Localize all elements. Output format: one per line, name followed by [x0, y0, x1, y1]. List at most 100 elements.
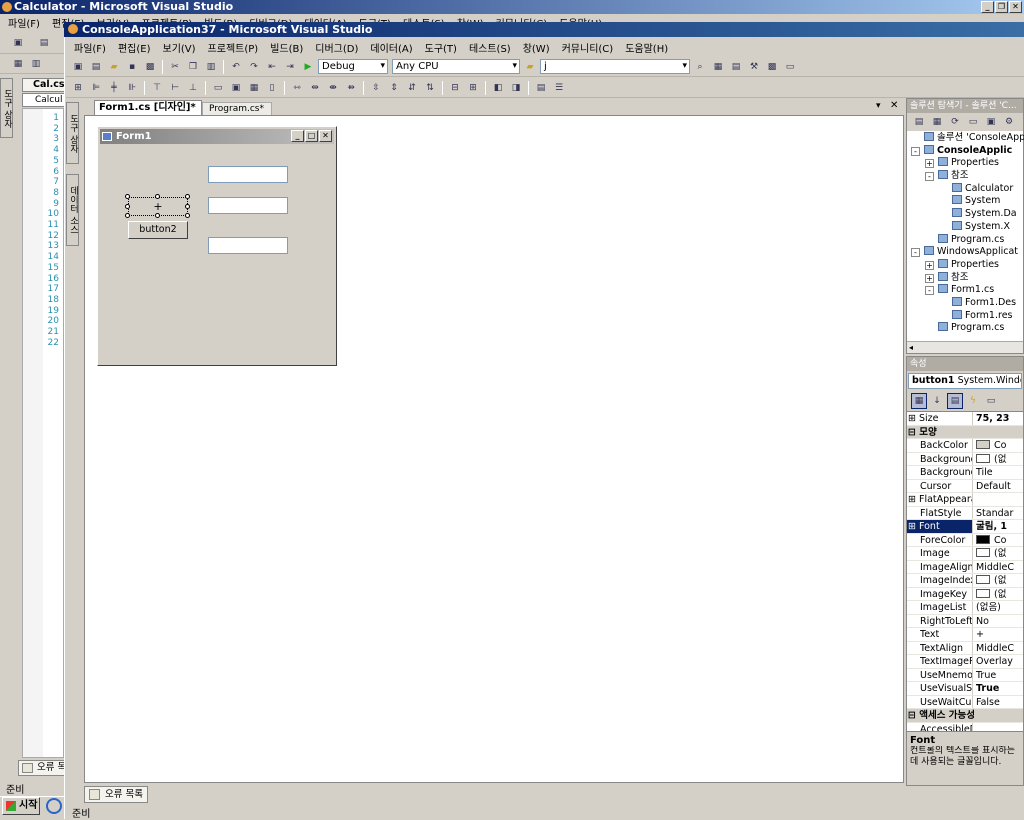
paste-icon[interactable]: ▥: [203, 59, 219, 75]
navigate-forward-icon[interactable]: ⇥: [282, 59, 298, 75]
solution-tree-item[interactable]: System.Da: [911, 208, 1023, 221]
inner-menu-item[interactable]: 프로젝트(P): [202, 40, 265, 55]
property-value[interactable]: 굴림, 1: [973, 520, 1023, 533]
property-value[interactable]: Overlay: [973, 655, 1023, 668]
solution-tree-item[interactable]: - WindowsApplicat: [911, 246, 1023, 259]
property-row[interactable]: AccessibleDe: [907, 722, 1023, 732]
find-combo[interactable]: j: [540, 59, 690, 74]
property-value[interactable]: MiddleC: [973, 561, 1023, 574]
toolbox-icon[interactable]: ⚒: [746, 59, 762, 75]
align-lefts-icon[interactable]: ⊫: [88, 80, 104, 96]
property-row[interactable]: UseWaitCurso False: [907, 695, 1023, 709]
decrease-v-spacing-icon[interactable]: ⇵: [404, 80, 420, 96]
inner-menu-item[interactable]: 파일(F): [68, 40, 112, 55]
property-value[interactable]: (없: [973, 453, 1023, 466]
form-close-button[interactable]: ✕: [319, 130, 332, 142]
property-value[interactable]: Co: [973, 534, 1023, 547]
solution-tree-item[interactable]: Program.cs: [911, 233, 1023, 247]
center-vertically-icon[interactable]: ⊞: [465, 80, 481, 96]
undo-icon[interactable]: ↶: [228, 59, 244, 75]
bring-to-front-icon[interactable]: ◧: [490, 80, 506, 96]
property-pages-icon[interactable]: ▭: [983, 393, 999, 409]
resize-handle[interactable]: [125, 204, 130, 209]
textbox2[interactable]: [208, 197, 288, 214]
align-rights-icon[interactable]: ⊪: [124, 80, 140, 96]
expand-icon[interactable]: +: [925, 159, 934, 169]
inner-menu-item[interactable]: 편집(E): [112, 40, 157, 55]
property-value[interactable]: [973, 493, 1023, 506]
solution-tree-item[interactable]: Form1.Des: [911, 296, 1023, 310]
solution-tree-item[interactable]: - 참조: [911, 170, 1023, 183]
solution-platform-combo[interactable]: Any CPU: [392, 59, 520, 74]
solution-explorer-icon[interactable]: ▦: [710, 59, 726, 75]
property-value[interactable]: Co: [973, 439, 1023, 452]
property-value[interactable]: False: [973, 696, 1023, 709]
outer-code-editor[interactable]: 1 2 3 4 5 6 7 8 9 10 11 12 13 14 15 16 17 18 19 20 21 22: [22, 108, 64, 758]
property-row[interactable]: ImageIndex (없: [907, 574, 1023, 588]
object-browser-icon[interactable]: ▩: [764, 59, 780, 75]
collapse-icon[interactable]: ⊟: [908, 710, 919, 721]
align-centers-icon[interactable]: ╪: [106, 80, 122, 96]
save-all-icon[interactable]: ▩: [142, 59, 158, 75]
decrease-h-spacing-icon[interactable]: ⇼: [325, 80, 341, 96]
alphabetical-icon[interactable]: ↓: [929, 393, 945, 409]
new-project-icon[interactable]: ▣: [70, 59, 86, 75]
solution-tree-item[interactable]: + 참조: [911, 271, 1023, 285]
view-designer-icon[interactable]: ▣: [983, 114, 999, 130]
minimize-button[interactable]: _: [981, 1, 994, 13]
copy-icon[interactable]: ❐: [185, 59, 201, 75]
close-button[interactable]: ✕: [1009, 1, 1022, 13]
resize-handle[interactable]: [155, 194, 160, 199]
property-value[interactable]: Tile: [973, 466, 1023, 479]
refresh-icon[interactable]: ⟳: [947, 114, 963, 130]
resize-handle[interactable]: [185, 204, 190, 209]
property-category[interactable]: ⊟ 모양: [907, 425, 1023, 439]
property-row[interactable]: TextImageRel Overlay: [907, 655, 1023, 669]
align-to-grid-icon[interactable]: ⊞: [70, 80, 86, 96]
vertical-spacing-icon[interactable]: ⇳: [368, 80, 384, 96]
property-value[interactable]: +: [973, 628, 1023, 641]
increase-h-spacing-icon[interactable]: ⇹: [307, 80, 323, 96]
form-maximize-button[interactable]: □: [305, 130, 318, 142]
start-debug-icon[interactable]: ▶: [300, 59, 316, 75]
property-value[interactable]: [973, 723, 1023, 732]
align-bottoms-icon[interactable]: ⊥: [185, 80, 201, 96]
inner-menu-item[interactable]: 테스트(S): [463, 40, 517, 55]
property-value[interactable]: True: [973, 669, 1023, 682]
solution-config-combo[interactable]: Debug: [318, 59, 388, 74]
expand-icon[interactable]: ⊞: [908, 494, 919, 505]
scroll-left-icon[interactable]: ◂: [907, 343, 913, 352]
error-list-tab[interactable]: 오류 목록: [84, 786, 148, 803]
collapse-icon[interactable]: -: [911, 248, 920, 258]
tab-list-dropdown-icon[interactable]: ▾: [876, 101, 881, 111]
align-tops-icon[interactable]: ⊤: [149, 80, 165, 96]
property-row[interactable]: RightToLeft No: [907, 614, 1023, 628]
form1-title-bar[interactable]: Form1 _ □ ✕: [100, 129, 334, 144]
expand-icon[interactable]: ⊞: [908, 413, 919, 424]
property-value[interactable]: (없: [973, 588, 1023, 601]
property-row[interactable]: FlatStyle Standar: [907, 506, 1023, 520]
save-icon[interactable]: ▪: [124, 59, 140, 75]
inner-menu-item[interactable]: 빌드(B): [264, 40, 309, 55]
resize-handle[interactable]: [185, 213, 190, 218]
property-row[interactable]: BackgroundIm (없: [907, 452, 1023, 466]
solution-tree-item[interactable]: + Properties: [911, 258, 1023, 272]
inner-menu-item[interactable]: 커뮤니티(C): [556, 40, 620, 55]
property-row[interactable]: ⊞ Size 75, 23: [907, 412, 1023, 426]
resize-handle[interactable]: [185, 194, 190, 199]
other-windows-icon[interactable]: ▭: [782, 59, 798, 75]
property-value[interactable]: MiddleC: [973, 642, 1023, 655]
start-button[interactable]: 시작: [2, 797, 40, 815]
find-icon[interactable]: ⌕: [692, 59, 708, 75]
solution-tree-item[interactable]: Program.cs: [911, 322, 1023, 335]
datasource-tab[interactable]: 데이터 소스: [66, 174, 79, 246]
designer-surface[interactable]: Form1 _ □ ✕ + button2: [84, 115, 904, 783]
collapse-icon[interactable]: ⊟: [908, 427, 919, 438]
properties-view-icon[interactable]: ▤: [947, 393, 963, 409]
send-to-back-icon[interactable]: ◨: [508, 80, 524, 96]
inner-menu-item[interactable]: 도움말(H): [619, 40, 674, 55]
collapse-icon[interactable]: -: [911, 146, 920, 156]
form-minimize-button[interactable]: _: [291, 130, 304, 142]
add-item-icon[interactable]: ▤: [88, 59, 104, 75]
expand-icon[interactable]: +: [925, 273, 934, 283]
